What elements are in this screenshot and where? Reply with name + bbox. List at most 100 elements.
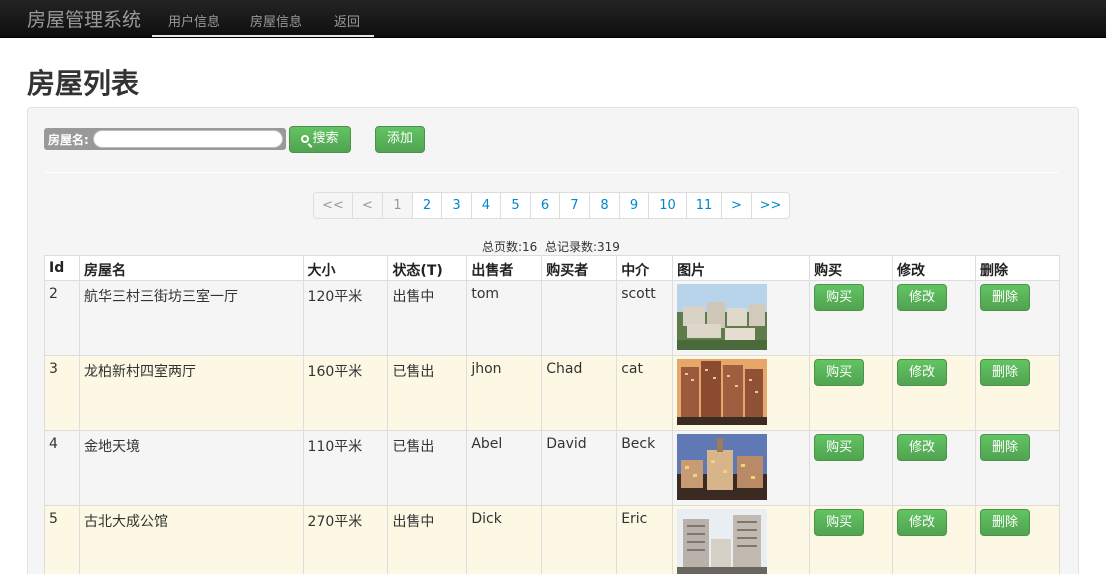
col-status: 状态(T) — [387, 255, 468, 281]
cell-agent: cat — [616, 355, 674, 431]
cell-id: 5 — [44, 505, 80, 574]
delete-button[interactable]: 删除 — [979, 509, 1030, 536]
cell-buy: 购买 — [809, 355, 894, 431]
delete-button[interactable]: 删除 — [979, 284, 1030, 311]
page-4[interactable]: 4 — [471, 193, 500, 218]
cell-delete: 删除 — [974, 280, 1061, 356]
page-11[interactable]: 11 — [686, 193, 721, 218]
cell-buy: 购买 — [809, 505, 894, 574]
cell-status: 已售出 — [387, 430, 468, 506]
page-last[interactable]: >> — [751, 193, 789, 218]
cell-size: 160平米 — [302, 355, 389, 431]
page-title: 房屋列表 — [27, 67, 140, 100]
table-row: 3 龙柏新村四室两厅 160平米 已售出 jhon Chad cat 购买 修改 — [44, 355, 1061, 431]
search-label: 房屋名: — [48, 133, 89, 147]
edit-button[interactable]: 修改 — [897, 434, 948, 461]
cell-name: 龙柏新村四室两厅 — [78, 355, 304, 431]
cell-agent: scott — [616, 280, 674, 356]
nav-active-underline — [152, 35, 374, 37]
cell-buyer: Chad — [541, 355, 618, 431]
nav-house-info[interactable]: 房屋信息 — [250, 11, 302, 30]
cell-image — [672, 430, 811, 506]
house-photo — [677, 434, 768, 500]
cell-agent: Eric — [616, 505, 674, 574]
col-buy: 购买 — [809, 255, 894, 281]
cell-edit: 修改 — [892, 430, 976, 506]
cell-seller: jhon — [466, 355, 543, 431]
col-id: Id — [44, 255, 80, 281]
page-2[interactable]: 2 — [412, 193, 441, 218]
cell-status: 出售中 — [387, 280, 468, 356]
cell-name: 航华三村三街坊三室一厅 — [78, 280, 304, 356]
col-size: 大小 — [302, 255, 389, 281]
house-table: Id 房屋名 大小 状态(T) 出售者 购买者 中介 图片 购买 修改 删除 2… — [44, 255, 1061, 574]
col-seller: 出售者 — [466, 255, 543, 281]
delete-button[interactable]: 删除 — [979, 359, 1030, 386]
table-header-row: Id 房屋名 大小 状态(T) 出售者 购买者 中介 图片 购买 修改 删除 — [44, 255, 1061, 281]
search-input[interactable] — [93, 130, 283, 148]
buy-button[interactable]: 购买 — [814, 284, 865, 311]
col-image: 图片 — [672, 255, 811, 281]
cell-status: 出售中 — [387, 505, 468, 574]
pagination: << < 1 2 3 4 5 6 7 8 9 10 11 > >> — [313, 192, 790, 219]
table-row: 4 金地天境 110平米 已售出 Abel David Beck 购买 修改 删… — [44, 430, 1061, 506]
buy-button[interactable]: 购买 — [814, 509, 865, 536]
page-6[interactable]: 6 — [530, 193, 559, 218]
search-button[interactable]: 搜索 — [289, 126, 351, 153]
house-photo — [677, 284, 768, 350]
col-delete: 删除 — [974, 255, 1061, 281]
edit-button[interactable]: 修改 — [897, 509, 948, 536]
cell-seller: Abel — [466, 430, 543, 506]
add-button[interactable]: 添加 — [375, 126, 425, 153]
col-name: 房屋名 — [78, 255, 304, 281]
cell-seller: Dick — [466, 505, 543, 574]
nav-user-info[interactable]: 用户信息 — [168, 11, 220, 30]
brand-title[interactable]: 房屋管理系统 — [27, 5, 141, 32]
page-9[interactable]: 9 — [619, 193, 648, 218]
page-next[interactable]: > — [721, 193, 751, 218]
cell-name: 金地天境 — [78, 430, 304, 506]
cell-status: 已售出 — [387, 355, 468, 431]
divider — [44, 172, 1059, 173]
buy-button[interactable]: 购买 — [814, 434, 865, 461]
cell-image — [672, 505, 811, 574]
table-row: 2 航华三村三街坊三室一厅 120平米 出售中 tom scott 购买 修改 … — [44, 280, 1061, 356]
cell-edit: 修改 — [892, 505, 976, 574]
page-prev[interactable]: < — [352, 193, 382, 218]
col-agent: 中介 — [616, 255, 674, 281]
cell-buy: 购买 — [809, 430, 894, 506]
cell-image — [672, 280, 811, 356]
cell-edit: 修改 — [892, 280, 976, 356]
cell-buyer — [541, 505, 618, 574]
page-8[interactable]: 8 — [589, 193, 619, 218]
cell-image — [672, 355, 811, 431]
house-photo — [677, 359, 768, 425]
page-10[interactable]: 10 — [648, 193, 686, 218]
cell-buy: 购买 — [809, 280, 894, 356]
cell-edit: 修改 — [892, 355, 976, 431]
cell-delete: 删除 — [974, 430, 1061, 506]
page-1[interactable]: 1 — [382, 193, 412, 218]
edit-button[interactable]: 修改 — [897, 284, 948, 311]
cell-buyer: David — [541, 430, 618, 506]
col-edit: 修改 — [892, 255, 976, 281]
cell-size: 120平米 — [302, 280, 389, 356]
delete-button[interactable]: 删除 — [979, 434, 1030, 461]
cell-id: 3 — [44, 355, 80, 431]
cell-id: 2 — [44, 280, 80, 356]
cell-size: 110平米 — [302, 430, 389, 506]
page-5[interactable]: 5 — [500, 193, 530, 218]
cell-delete: 删除 — [974, 505, 1061, 574]
navbar: 房屋管理系统 用户信息 房屋信息 返回 — [0, 0, 1106, 38]
nav-back[interactable]: 返回 — [334, 11, 360, 30]
cell-name: 古北大成公馆 — [78, 505, 304, 574]
cell-delete: 删除 — [974, 355, 1061, 431]
edit-button[interactable]: 修改 — [897, 359, 948, 386]
page-7[interactable]: 7 — [559, 193, 589, 218]
col-buyer: 购买者 — [541, 255, 618, 281]
page-3[interactable]: 3 — [441, 193, 471, 218]
page-first[interactable]: << — [314, 193, 352, 218]
house-photo — [677, 509, 768, 574]
buy-button[interactable]: 购买 — [814, 359, 865, 386]
cell-size: 270平米 — [302, 505, 389, 574]
